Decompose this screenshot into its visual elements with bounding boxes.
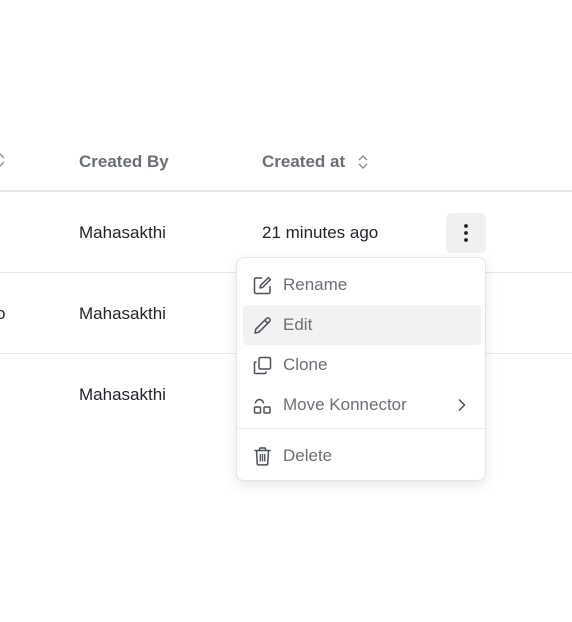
column-header-created-by: Created By (79, 152, 169, 172)
column-header-previous[interactable] (0, 152, 6, 168)
column-header-created-by-label: Created By (79, 152, 169, 171)
cell-created-by: Mahasakthi (79, 304, 166, 323)
menu-item-label: Edit (283, 315, 313, 334)
menu-item-clone[interactable]: Clone (243, 345, 481, 385)
more-vertical-icon (464, 224, 468, 242)
menu-item-label: Move Konnector (283, 395, 407, 414)
pencil-icon (254, 317, 271, 334)
trash-icon (254, 447, 271, 466)
menu-item-delete[interactable]: Delete (243, 436, 481, 476)
cell-created-at: 21 minutes ago (262, 223, 379, 242)
column-header-created-at-label: Created at (262, 152, 346, 171)
menu-divider (237, 428, 485, 429)
sort-icon (0, 153, 5, 167)
move-konnector-icon (253, 398, 271, 414)
row-actions-button[interactable] (446, 213, 486, 253)
table-header: Created By Created at (0, 132, 572, 192)
sort-icon[interactable] (357, 154, 369, 170)
cell-created-by: Mahasakthi (79, 385, 166, 404)
clone-icon (253, 356, 272, 375)
cell-created-by: Mahasakthi (79, 223, 166, 242)
menu-item-label: Delete (283, 446, 333, 465)
menu-item-label: Rename (283, 275, 348, 294)
menu-item-rename[interactable]: Rename (243, 265, 481, 305)
chevron-right-icon (458, 398, 466, 412)
menu-item-label: Clone (283, 355, 328, 374)
rename-icon (253, 276, 272, 295)
row-actions-menu: Rename Edit Clone Move Konnector Delete (236, 257, 486, 481)
cell-name-partial: o (0, 304, 6, 323)
column-header-created-at[interactable]: Created at (262, 152, 369, 172)
menu-item-edit[interactable]: Edit (243, 305, 481, 345)
menu-item-move-konnector[interactable]: Move Konnector (243, 385, 481, 425)
